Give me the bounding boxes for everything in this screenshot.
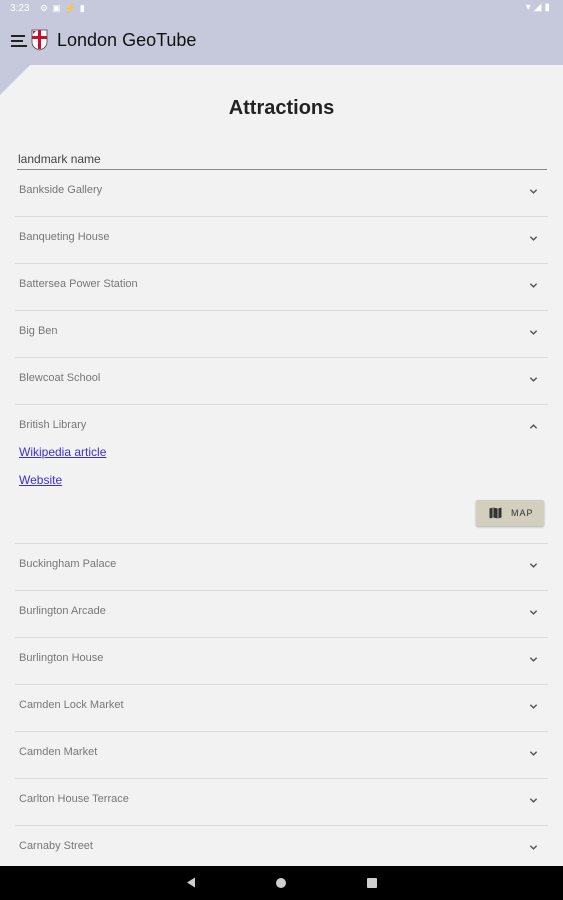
item-label: Big Ben [19,325,58,337]
home-icon[interactable] [276,878,286,888]
list-item: Buckingham Palace [15,544,548,591]
item-label: Banqueting House [19,231,110,243]
search-input[interactable] [17,149,547,170]
item-label: Blewcoat School [19,372,101,384]
item-label: Battersea Power Station [19,278,138,290]
chevron-down-icon [529,563,538,568]
chevron-down-icon [529,704,538,709]
list-item: Battersea Power Station [15,264,548,311]
st-george-flag-icon [31,29,48,51]
app-title: London GeoTube [57,30,197,50]
chevron-down-icon [529,189,538,194]
item-label: Camden Market [19,746,98,758]
map-button[interactable]: MAP [476,500,544,526]
attractions-list: Bankside Gallery Banqueting House Batter… [15,170,548,872]
list-item: Bankside Gallery [15,170,548,217]
list-item: Camden Lock Market [15,685,548,732]
item-header[interactable]: Blewcoat School [15,358,548,404]
chevron-up-icon [529,424,538,429]
chevron-down-icon [529,657,538,662]
list-item: Burlington Arcade [15,591,548,638]
item-label: Carlton House Terrace [19,793,129,805]
item-header[interactable]: Carlton House Terrace [15,779,548,825]
chevron-down-icon [529,236,538,241]
list-item: Banqueting House [15,217,548,264]
recents-icon[interactable] [367,878,377,888]
chevron-down-icon [529,751,538,756]
website-link[interactable]: Website [19,473,62,487]
map-button-label: MAP [511,508,534,518]
map-icon [489,507,502,519]
list-item: Camden Market [15,732,548,779]
wikipedia-link[interactable]: Wikipedia article [19,445,106,459]
item-header[interactable]: Battersea Power Station [15,264,548,310]
item-header[interactable]: Burlington Arcade [15,591,548,637]
item-header[interactable]: Camden Market [15,732,548,778]
app-bar: London GeoTube [0,17,563,65]
status-system-icons: ▾◢▮ [525,2,553,13]
chevron-down-icon [529,330,538,335]
chevron-down-icon [529,845,538,850]
item-header[interactable]: Big Ben [15,311,548,357]
item-details: Wikipedia article Website MAP [15,445,548,543]
page-title: Attractions [228,97,335,119]
list-item: Blewcoat School [15,358,548,405]
item-header[interactable]: Buckingham Palace [15,544,548,590]
main-card: Attractions Bankside Gallery Banqueting … [0,65,563,864]
status-notification-icons: ⚙▣⚡▮ [40,3,89,13]
chevron-down-icon [529,377,538,382]
item-label: Carnaby Street [19,840,93,852]
chevron-down-icon [529,610,538,615]
item-label: Buckingham Palace [19,558,117,570]
status-time: 3:23 [10,3,30,14]
navigation-bar [0,866,563,900]
item-header[interactable]: Bankside Gallery [15,170,548,216]
list-item: Burlington House [15,638,548,685]
menu-icon[interactable] [11,33,29,49]
item-header[interactable]: Camden Lock Market [15,685,548,731]
chevron-down-icon [529,283,538,288]
item-label: Camden Lock Market [19,699,124,711]
list-item: Carlton House Terrace [15,779,548,826]
item-label: Burlington Arcade [19,605,106,617]
page-fold-decoration [0,65,30,95]
item-header[interactable]: Banqueting House [15,217,548,263]
back-icon[interactable] [186,877,196,888]
list-item-expanded: British Library Wikipedia article Websit… [15,405,548,544]
item-label: British Library [19,419,87,431]
chevron-down-icon [529,798,538,803]
item-label: Burlington House [19,652,104,664]
item-label: Bankside Gallery [19,184,103,196]
list-item: Big Ben [15,311,548,358]
status-bar: 3:23 ⚙▣⚡▮ ▾◢▮ [0,0,563,17]
item-header[interactable]: Burlington House [15,638,548,684]
